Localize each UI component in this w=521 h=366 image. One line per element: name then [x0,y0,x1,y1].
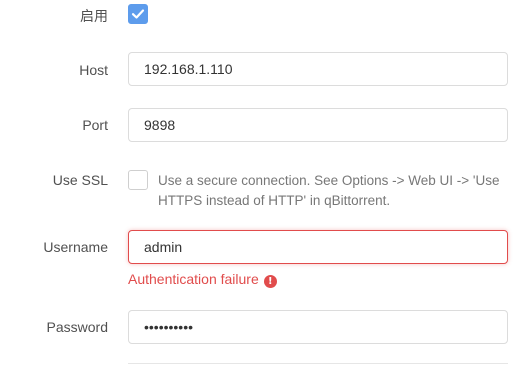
port-label: Port [82,117,108,133]
next-field-edge [128,363,508,364]
use-ssl-label: Use SSL [52,172,108,188]
port-input[interactable] [128,108,508,142]
username-error-text: Authentication failure [128,271,259,287]
password-label: Password [46,319,108,335]
username-input[interactable] [128,230,508,264]
username-error-message: Authentication failure! [128,271,277,288]
use-ssl-checkbox[interactable] [128,170,148,190]
host-input[interactable] [128,52,508,86]
enable-checkbox[interactable] [128,4,148,24]
password-input[interactable] [128,310,508,344]
host-label: Host [79,62,108,78]
qbittorrent-settings-form: 启用 Host Port Use SSL Use a secure connec… [0,0,521,366]
username-label: Username [43,239,108,255]
enable-label: 启用 [80,8,108,24]
use-ssl-help-text: Use a secure connection. See Options -> … [158,173,500,208]
error-info-icon: ! [263,275,277,288]
checkmark-icon [131,9,145,19]
